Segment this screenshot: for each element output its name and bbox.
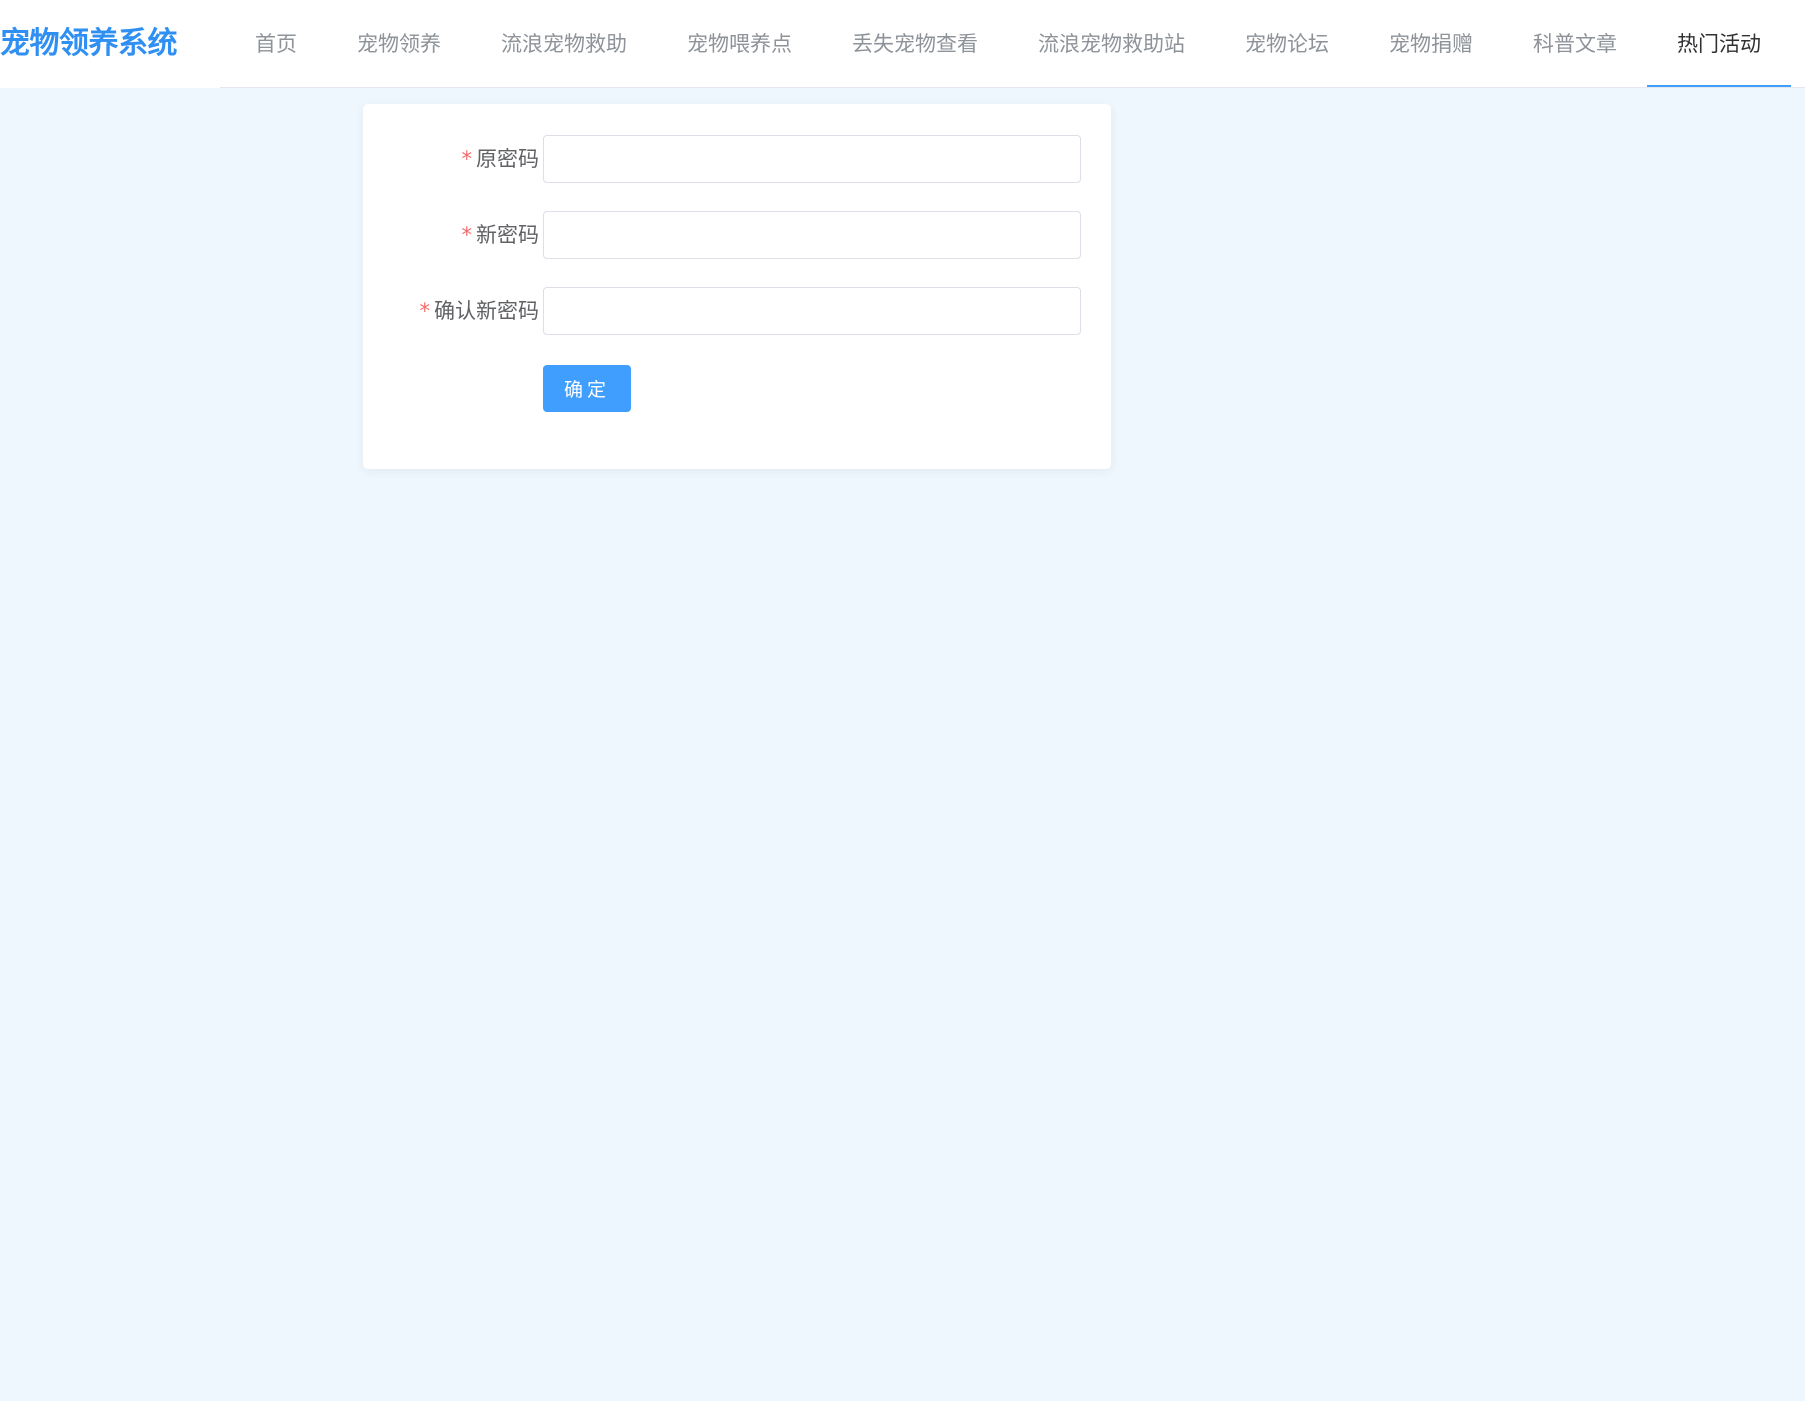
old-password-label: * 原密码 [461, 147, 540, 171]
confirm-button[interactable]: 确定 [543, 365, 631, 412]
required-mark: * [461, 223, 473, 247]
nav-item-pet-forum[interactable]: 宠物论坛 [1215, 0, 1359, 88]
required-mark: * [419, 299, 431, 323]
nav-item-hot-activities[interactable]: 热门活动 [1647, 0, 1791, 88]
nav-item-stray-rescue[interactable]: 流浪宠物救助 [471, 0, 657, 88]
confirm-password-input[interactable] [543, 287, 1081, 335]
site-logo[interactable]: 宠物领养系统 [0, 24, 178, 64]
nav-item-lost-pets[interactable]: 丢失宠物查看 [822, 0, 1008, 88]
old-password-row: * 原密码 [363, 135, 1111, 183]
new-password-label: * 新密码 [461, 223, 540, 247]
old-password-input[interactable] [543, 135, 1081, 183]
nav-item-pet-donation[interactable]: 宠物捐赠 [1359, 0, 1503, 88]
change-password-card: * 原密码 * 新密码 * 确认新密码 确定 [363, 104, 1111, 469]
confirm-password-row: * 确认新密码 [363, 287, 1111, 335]
nav-item-home[interactable]: 首页 [225, 0, 327, 88]
new-password-input[interactable] [543, 211, 1081, 259]
nav-item-rescue-stations[interactable]: 流浪宠物救助站 [1008, 0, 1215, 88]
confirm-password-label: * 确认新密码 [419, 299, 540, 323]
top-header: 宠物领养系统 首页 宠物领养 流浪宠物救助 宠物喂养点 丢失宠物查看 流浪宠物救… [0, 0, 1805, 88]
nav-item-pet-adoption[interactable]: 宠物领养 [327, 0, 471, 88]
nav-item-science-articles[interactable]: 科普文章 [1503, 0, 1647, 88]
required-mark: * [461, 147, 473, 171]
main-nav: 首页 宠物领养 流浪宠物救助 宠物喂养点 丢失宠物查看 流浪宠物救助站 宠物论坛… [225, 0, 1791, 88]
header-divider [220, 87, 1805, 88]
nav-item-feeding-points[interactable]: 宠物喂养点 [657, 0, 822, 88]
new-password-row: * 新密码 [363, 211, 1111, 259]
